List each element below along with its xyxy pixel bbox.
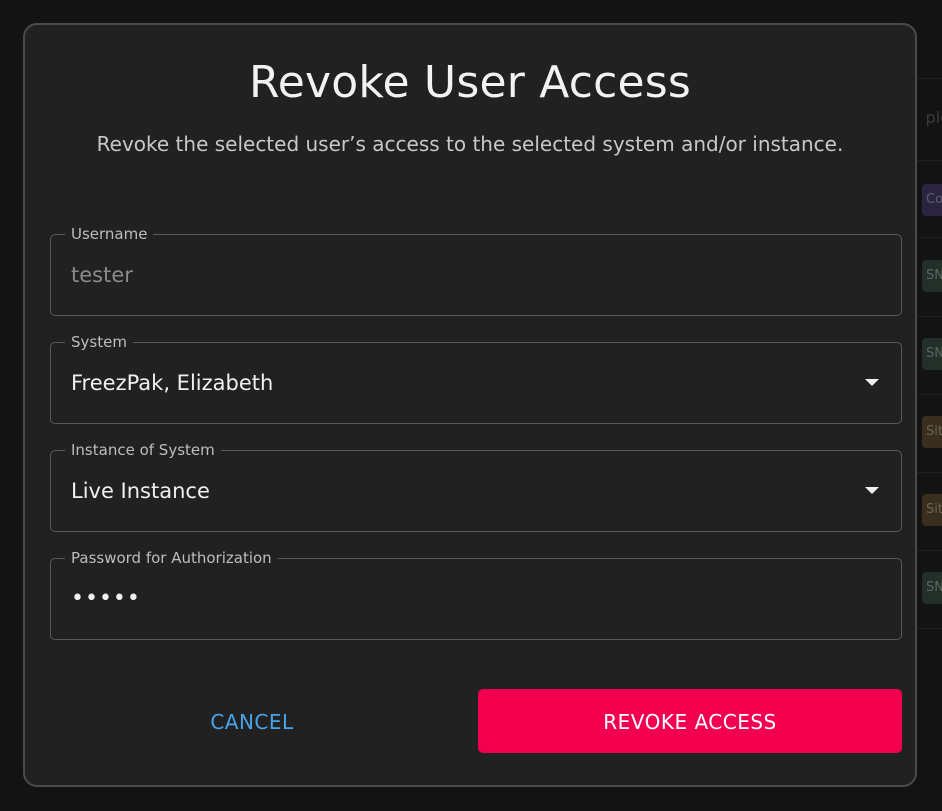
- username-label: Username: [65, 224, 154, 244]
- password-value[interactable]: •••••: [71, 585, 141, 613]
- password-field[interactable]: Password for Authorization •••••: [50, 548, 902, 640]
- username-value: tester: [71, 263, 133, 287]
- instance-select[interactable]: Instance of System Live Instance: [50, 440, 902, 532]
- revoke-access-dialog: Revoke User Access Revoke the selected u…: [23, 23, 917, 787]
- background-badge: SN: [922, 338, 942, 370]
- background-badge: SN: [922, 260, 942, 292]
- system-label: System: [65, 332, 133, 352]
- username-field: Username tester: [50, 224, 902, 316]
- background-badge: SN: [922, 572, 942, 604]
- instance-label: Instance of System: [65, 440, 221, 460]
- background-badge: Sit: [922, 416, 942, 448]
- dialog-subtitle: Revoke the selected user’s access to the…: [96, 132, 844, 156]
- system-value: FreezPak, Elizabeth: [71, 371, 274, 395]
- background-badge: Sit: [922, 494, 942, 526]
- dialog-title: Revoke User Access: [248, 57, 692, 108]
- revoke-access-button[interactable]: REVOKE ACCESS: [478, 689, 902, 753]
- instance-value: Live Instance: [71, 479, 210, 503]
- background-column-header: ple: [925, 108, 942, 127]
- dropdown-arrow-icon[interactable]: [865, 379, 879, 386]
- dropdown-arrow-icon[interactable]: [865, 487, 879, 494]
- background-badge: Co: [922, 184, 942, 216]
- cancel-button[interactable]: CANCEL: [50, 689, 454, 753]
- system-select[interactable]: System FreezPak, Elizabeth: [50, 332, 902, 424]
- password-label: Password for Authorization: [65, 548, 278, 568]
